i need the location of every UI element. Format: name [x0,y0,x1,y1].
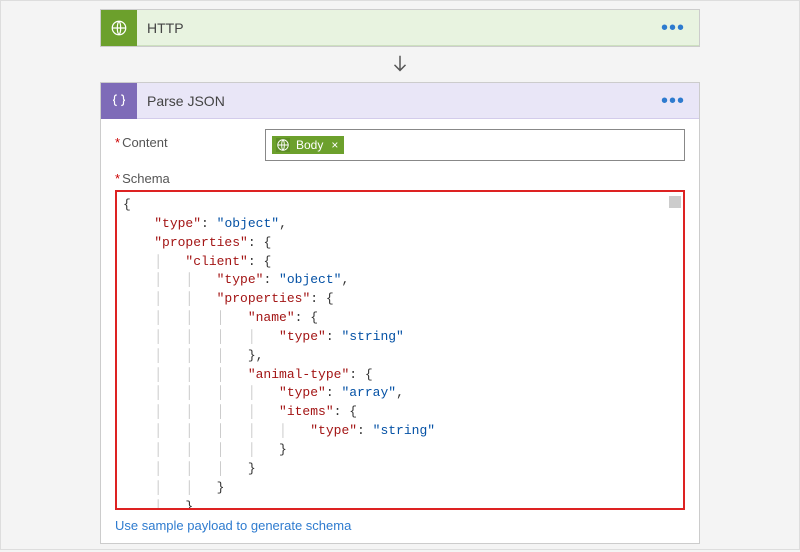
parse-json-body: *Content Body × *Schema { "type": "objec… [101,119,699,543]
globe-icon [276,138,290,152]
braces-icon [101,83,137,119]
generate-schema-link[interactable]: Use sample payload to generate schema [115,518,351,533]
scrollbar-nub [669,196,681,208]
content-row: *Content Body × [115,129,685,161]
body-chip-remove[interactable]: × [329,138,338,152]
body-chip-label: Body [296,138,323,152]
content-label: *Content [115,129,265,150]
schema-editor[interactable]: { "type": "object", "properties": { │ "c… [115,190,685,510]
designer-canvas: HTTP ••• Parse JSON ••• *Content Body × [1,1,799,552]
parse-json-header[interactable]: Parse JSON ••• [101,83,699,119]
globe-icon [101,10,137,46]
parse-json-more-button[interactable]: ••• [655,91,691,111]
http-card-header[interactable]: HTTP ••• [101,10,699,46]
http-more-button[interactable]: ••• [655,18,691,38]
content-input[interactable]: Body × [265,129,685,161]
parse-json-card[interactable]: Parse JSON ••• *Content Body × *Schema {… [100,82,700,544]
generate-schema-row: Use sample payload to generate schema [115,518,685,533]
parse-json-title: Parse JSON [147,93,655,109]
body-token-chip[interactable]: Body × [272,136,344,154]
http-card-title: HTTP [147,20,655,36]
schema-label: *Schema [115,171,685,186]
flow-connector [1,53,799,78]
http-card[interactable]: HTTP ••• [100,9,700,47]
